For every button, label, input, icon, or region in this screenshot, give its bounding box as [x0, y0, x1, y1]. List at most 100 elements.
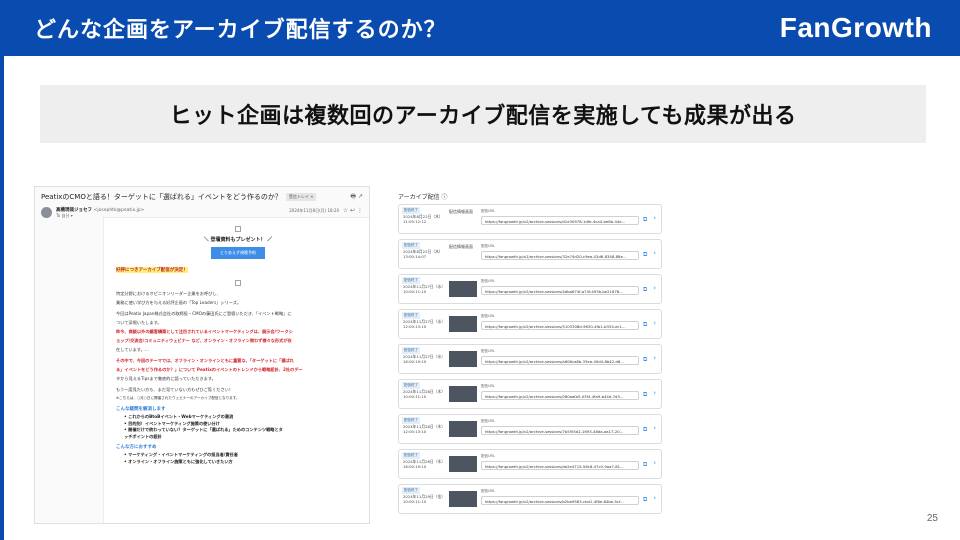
email-actions[interactable]: 🖶 ↗: [350, 192, 363, 202]
chevron-right-icon[interactable]: ›: [653, 354, 656, 362]
status-badge: 配信終了: [402, 277, 420, 284]
inbox-tag[interactable]: 受信トレイ ×: [285, 193, 317, 201]
paragraph: る」イベントをどう作るのか？」について Peatixのイベントのトレンドから戦略…: [116, 367, 303, 372]
paragraph: もう一度見たい方も、まだ見ていない方もぜひご覧ください！: [116, 387, 234, 392]
copy-icon[interactable]: ⧉: [643, 391, 647, 399]
paragraph: 特定分野におけるオピニオンリーダー企業をお呼びし、: [116, 291, 221, 296]
archive-url-field[interactable]: https://fangrowth.jp/v2/archive-sessions…: [481, 216, 639, 225]
paragraph: 業務に使い学び方を与える好評企画の「Top Leaders」シリーズ。: [116, 300, 242, 305]
archive-row[interactable]: 配信終了 2024年11月28日（木） 16:00:19:10 配信URL https:…: [398, 449, 662, 479]
archive-panel: アーカイブ配信 ⓘ 配信終了 2024年8月22日（木） 11:05:12:12 配信…: [396, 190, 668, 518]
url-label: 配信URL: [481, 314, 495, 318]
archive-row[interactable]: 配信終了 2024年11月29日（金） 10:00:11:10 配信URL https:…: [398, 484, 662, 514]
bullet-cont: ッチポイントの設計: [124, 433, 162, 439]
chevron-right-icon[interactable]: ›: [653, 284, 656, 292]
archive-url-field[interactable]: https://fangrowth.jp/v2/archive-sessions…: [481, 426, 639, 435]
archive-url-field[interactable]: https://fangrowth.jp/v2/archive-sessions…: [481, 356, 639, 365]
page-number: 25: [926, 513, 938, 524]
paragraph: 今回はPeatix Japan株式会社の取締役・CMOの藤田氏にご登壇いただき、…: [116, 311, 292, 316]
archive-row[interactable]: 配信終了 2024年8月22日（木） 13:00:14:07 配信情報画面 配信URL h…: [398, 239, 662, 269]
archive-url-field[interactable]: https://fangrowth.jp/v2/archive-sessions…: [481, 286, 639, 295]
session-date: 2024年11月29日（金） 10:00:11:10: [403, 494, 446, 504]
status-badge: 配信終了: [402, 452, 420, 459]
copy-icon[interactable]: ⧉: [643, 216, 647, 224]
slide: どんな企画をアーカイブ配信するのか？ FanGrowth ヒット企画は複数回のア…: [0, 0, 960, 540]
copy-icon[interactable]: ⧉: [643, 496, 647, 504]
headline-text: ヒット企画は複数回のアーカイブ配信を実施しても成果が出る: [169, 104, 797, 129]
email-date: 2024年11月8日(月) 18:20: [289, 208, 339, 213]
url-label: 配信URL: [481, 384, 495, 388]
left-accent-rule: [0, 56, 4, 540]
status-badge: 配信終了: [402, 487, 420, 494]
section-heading: こんな方におすすめ: [116, 445, 157, 450]
archive-row[interactable]: 配信終了 2024年11月28日（木） 10:00:11:10 配信URL https:…: [398, 379, 662, 409]
chevron-right-icon[interactable]: ›: [653, 459, 656, 467]
copy-icon[interactable]: ⧉: [643, 426, 647, 434]
chevron-right-icon[interactable]: ›: [653, 389, 656, 397]
copy-icon[interactable]: ⧉: [643, 286, 647, 294]
thumbnail-image: [449, 281, 477, 297]
email-row-icons[interactable]: ☆ ↩ ⋮: [343, 207, 363, 214]
session-date: 2024年8月22日（木） 11:05:12:12: [403, 214, 443, 224]
archive-url-field[interactable]: https://fangrowth.jp/v2/archive-sessions…: [481, 496, 639, 505]
thumbnail-image: [449, 456, 477, 472]
url-label: 配信URL: [481, 244, 495, 248]
status-badge: 配信終了: [402, 312, 420, 319]
archive-row[interactable]: 配信終了 2024年11月27日（水） 12:00:13:10 配信URL https:…: [398, 309, 662, 339]
archive-row[interactable]: 配信終了 2024年11月27日（水） 16:00:19:10 配信URL https:…: [398, 344, 662, 374]
avatar: [41, 207, 52, 218]
session-date: 2024年11月28日（木） 16:00:19:10: [403, 459, 446, 469]
paragraph: その中で、今回のテーマでは、オフライン・オンラインともに重要な、「ターゲットに「…: [116, 358, 294, 363]
bullet: • オンライン・オフライン施策ともに強化していきたい方: [124, 458, 233, 464]
section-heading: こんな疑問を解消します: [116, 407, 166, 412]
thumbnail-image: [449, 316, 477, 332]
session-date: 2024年11月27日（水） 10:00:11:10: [403, 284, 446, 294]
copy-icon[interactable]: ⧉: [643, 321, 647, 329]
paragraph: タから見えるTipsまで徹底的に語っていただきます。: [116, 376, 216, 381]
chevron-right-icon[interactable]: ›: [653, 249, 656, 257]
watch-reservation-button[interactable]: とりあえず視聴予約: [211, 247, 265, 259]
url-label: 配信URL: [481, 349, 495, 353]
url-label: 配信URL: [481, 419, 495, 423]
paragraph: ョップ/交流会/コミュニティウェビナー など、オンライン・オフライン問わず様々な…: [116, 338, 292, 343]
paragraph: ついて深堀いたします。: [116, 320, 162, 325]
archive-url-field[interactable]: https://fangrowth.jp/v2/archive-sessions…: [481, 251, 639, 260]
archive-row[interactable]: 配信終了 2024年11月28日（木） 12:00:13:10 配信URL https:…: [398, 414, 662, 444]
broken-image-icon: [235, 280, 241, 286]
chevron-right-icon[interactable]: ›: [653, 424, 656, 432]
status-badge: 配信終了: [402, 207, 420, 214]
thumbnail-image: [449, 491, 477, 507]
archive-url-field[interactable]: https://fangrowth.jp/v2/archive-sessions…: [481, 461, 639, 470]
header-bar: どんな企画をアーカイブ配信するのか？ FanGrowth: [0, 0, 960, 56]
thumbnail-image: [449, 421, 477, 437]
copy-icon[interactable]: ⧉: [643, 461, 647, 469]
archive-url-field[interactable]: https://fangrowth.jp/v2/archive-sessions…: [481, 391, 639, 400]
archive-row[interactable]: 配信終了 2024年11月27日（水） 10:00:11:10 配信URL https:…: [398, 274, 662, 304]
paragraph: 在しています。…: [116, 347, 149, 352]
thumbnail-image: [449, 351, 477, 367]
email-header: PeatixのCMOと語る！ターゲットに「選ばれる」イベントをどう作るのか？ 受…: [35, 187, 369, 204]
url-label: 配信URL: [481, 279, 495, 283]
session-date: 2024年11月28日（木） 12:00:13:10: [403, 424, 446, 434]
session-date: 2024年11月27日（水） 16:00:19:10: [403, 354, 446, 364]
url-label: 配信URL: [481, 454, 495, 458]
archive-row[interactable]: 配信終了 2024年8月22日（木） 11:05:12:12 配信情報画面 配信URL h…: [398, 204, 662, 234]
chevron-right-icon[interactable]: ›: [653, 319, 656, 327]
email-body: ＼ 登壇資料もプレゼント！ ／ とりあえず視聴予約 好評につきアーカイブ配信が決…: [103, 217, 369, 523]
fangrowth-logo: FanGrowth: [779, 12, 932, 43]
copy-icon[interactable]: ⧉: [643, 251, 647, 259]
archive-url-field[interactable]: https://fangrowth.jp/v2/archive-sessions…: [481, 321, 639, 330]
paragraph: 昨今、商談以外の顧客構築として注目されているイベントマーケティングは、展示会/ワ…: [116, 329, 293, 334]
thumbnail-image: [449, 386, 477, 402]
copy-icon[interactable]: ⧉: [643, 356, 647, 364]
thumbnail-placeholder: 配信情報画面: [449, 209, 473, 214]
sender-email: <josephtk@peatix.jp>: [93, 208, 145, 213]
archive-title: アーカイブ配信 ⓘ: [398, 194, 448, 201]
chevron-right-icon[interactable]: ›: [653, 214, 656, 222]
email-screenshot: PeatixのCMOと語る！ターゲットに「選ばれる」イベントをどう作るのか？ 受…: [34, 186, 370, 524]
archive-highlight: 好評につきアーカイブ配信が決定！: [116, 267, 188, 273]
session-date: 2024年8月22日（木） 13:00:14:07: [403, 249, 443, 259]
headline-banner: ヒット企画は複数回のアーカイブ配信を実施しても成果が出る: [40, 85, 926, 143]
status-badge: 配信終了: [402, 417, 420, 424]
chevron-right-icon[interactable]: ›: [653, 494, 656, 502]
